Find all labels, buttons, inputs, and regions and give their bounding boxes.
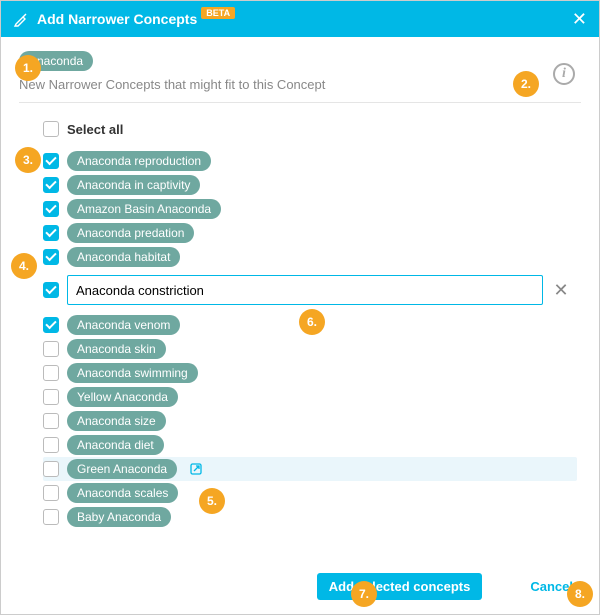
select-all-checkbox[interactable] (43, 121, 59, 137)
concept-checkbox[interactable] (43, 249, 59, 265)
concept-row: Amazon Basin Anaconda (43, 197, 571, 221)
concept-row: Yellow Anaconda (43, 385, 571, 409)
concept-pill: Amazon Basin Anaconda (67, 199, 221, 219)
concept-checkbox[interactable] (43, 225, 59, 241)
concept-row: Anaconda size (43, 409, 571, 433)
concept-pill: Anaconda swimming (67, 363, 198, 383)
concept-checkbox[interactable] (43, 365, 59, 381)
concept-row: Anaconda skin (43, 337, 571, 361)
dialog-header: Add Narrower Concepts BETA ✕ (1, 1, 599, 37)
edit-concept-input[interactable] (67, 275, 543, 305)
concept-checkbox[interactable] (43, 389, 59, 405)
edit-concept-checkbox[interactable] (43, 282, 59, 298)
concept-checkbox[interactable] (43, 177, 59, 193)
concept-pill: Anaconda (19, 51, 93, 71)
concept-checkbox[interactable] (43, 485, 59, 501)
concept-row: Anaconda scales (43, 481, 571, 505)
concept-row: Anaconda reproduction (43, 149, 571, 173)
concept-pill: Anaconda predation (67, 223, 194, 243)
cancel-button[interactable]: Cancel (522, 573, 581, 600)
close-icon[interactable]: ✕ (572, 10, 587, 28)
concept-checkbox[interactable] (43, 509, 59, 525)
concept-checkbox[interactable] (43, 413, 59, 429)
dialog-title: Add Narrower Concepts (37, 11, 197, 27)
concept-pill: Green Anaconda (67, 459, 177, 479)
concept-pill: Anaconda venom (67, 315, 180, 335)
concept-pill: Anaconda diet (67, 435, 164, 455)
concept-list: Select all Anaconda reproduction Anaconda… (19, 103, 581, 537)
concept-checkbox[interactable] (43, 153, 59, 169)
edit-concept-row: ✕ (43, 275, 571, 305)
concept-checkbox[interactable] (43, 317, 59, 333)
concept-pill: Baby Anaconda (67, 507, 171, 527)
info-icon[interactable]: i (553, 63, 575, 85)
concept-row: Anaconda swimming (43, 361, 571, 385)
concept-pill: Yellow Anaconda (67, 387, 178, 407)
concept-row: Green Anaconda (43, 457, 577, 481)
concept-checkbox[interactable] (43, 437, 59, 453)
concept-checkbox[interactable] (43, 461, 59, 477)
concept-pill: Anaconda reproduction (67, 151, 211, 171)
dialog-footer: Add selected concepts Cancel (1, 563, 599, 614)
tool-icon (13, 11, 29, 27)
concept-row: Anaconda diet (43, 433, 571, 457)
concept-checkbox[interactable] (43, 341, 59, 357)
concept-pill: Anaconda skin (67, 339, 166, 359)
select-all-row: Select all (43, 117, 571, 141)
intro-section: Anaconda New Narrower Concepts that migh… (19, 51, 581, 103)
concept-row: Anaconda habitat (43, 245, 571, 269)
concept-pill: Anaconda scales (67, 483, 178, 503)
concept-row: Anaconda predation (43, 221, 571, 245)
external-link-icon[interactable] (189, 462, 203, 476)
clear-input-icon[interactable]: ✕ (551, 280, 571, 301)
add-selected-button[interactable]: Add selected concepts (317, 573, 483, 600)
concept-row: Baby Anaconda (43, 505, 571, 529)
concept-pill: Anaconda habitat (67, 247, 180, 267)
intro-description: New Narrower Concepts that might fit to … (19, 77, 581, 92)
concept-pill: Anaconda in captivity (67, 175, 200, 195)
concept-row: Anaconda in captivity (43, 173, 571, 197)
concept-pill: Anaconda size (67, 411, 166, 431)
concept-row: Anaconda venom (43, 313, 571, 337)
select-all-label: Select all (67, 122, 123, 137)
beta-badge: BETA (201, 7, 235, 19)
concept-checkbox[interactable] (43, 201, 59, 217)
